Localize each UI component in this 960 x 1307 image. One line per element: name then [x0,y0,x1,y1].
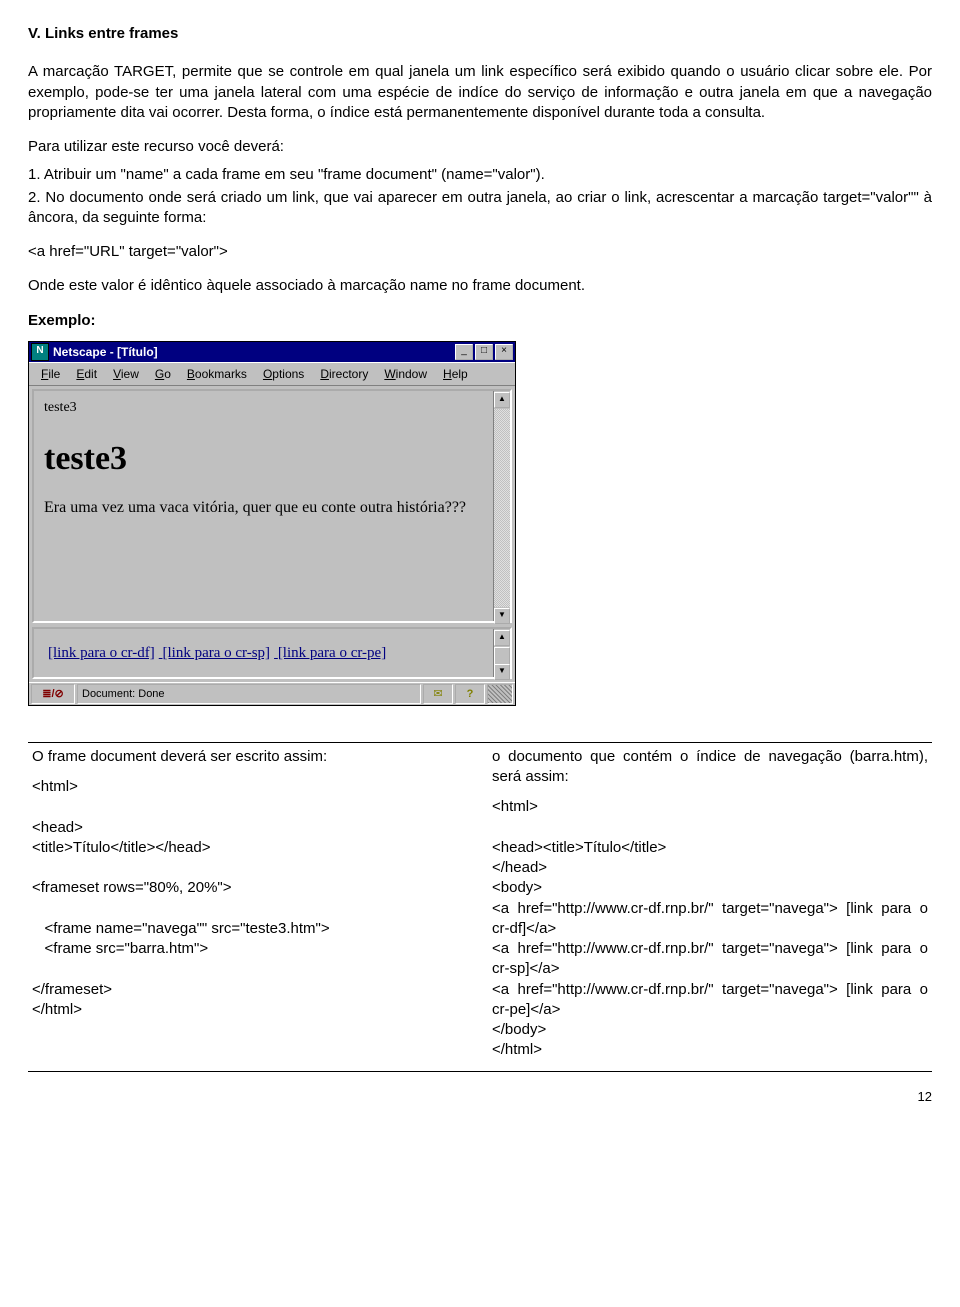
app-icon [31,343,49,361]
scroll-up-icon[interactable]: ▲ [494,630,510,646]
menu-directory-label: irectory [329,367,368,381]
scroll-down-icon[interactable]: ▼ [494,608,510,624]
status-icon: ≣/⊘ [31,684,75,704]
frameset-area: teste3 teste3 Era uma vez uma vaca vitór… [29,386,515,682]
frame-small-label: teste3 [44,399,482,418]
top-frame-scrollbar[interactable]: ▲ ▼ [493,391,510,621]
frame-body-text: Era uma vez uma vaca vitória, quer que e… [44,498,482,519]
resize-grip[interactable] [487,684,513,704]
status-text: Document: Done [77,684,421,704]
left-col-header: O frame document deverá ser escrito assi… [32,747,476,767]
left-code-block: <html> <head> <title>Título</title></hea… [32,777,476,1020]
onde-text: Onde este valor é idêntico àquele associ… [28,276,932,296]
scroll-up-icon[interactable]: ▲ [494,392,510,408]
statusbar: ≣/⊘ Document: Done ✉ ? [29,682,515,705]
menu-file[interactable]: File [33,365,68,383]
minimize-button[interactable]: _ [455,344,473,360]
menu-bookmarks[interactable]: Bookmarks [179,365,255,383]
window-title: Netscape - [Título] [53,344,158,360]
menu-go[interactable]: Go [147,365,179,383]
right-code-block: <html> <head><title>Título</title> </hea… [492,797,928,1060]
menu-window-label: indow [396,367,427,381]
menu-view-label: iew [121,367,139,381]
mail-icon[interactable]: ✉ [423,684,453,704]
menu-directory[interactable]: Directory [312,365,376,383]
example-label: Exemplo: [28,311,932,331]
menu-file-label: ile [48,367,60,381]
menu-options[interactable]: Options [255,365,312,383]
step-1: 1. Atribuir um "name" a cada frame em se… [28,165,932,185]
menu-window[interactable]: Window [376,365,435,383]
right-col-header: o documento que contém o índice de naveg… [492,747,928,788]
menu-go-label: o [164,367,171,381]
menu-help-label: elp [452,367,468,381]
help-icon[interactable]: ? [455,684,485,704]
close-button[interactable]: × [495,344,513,360]
menu-options-label: ptions [272,367,304,381]
menu-edit-label: dit [84,367,97,381]
section-heading: V. Links entre frames [28,24,932,44]
menu-view[interactable]: View [105,365,147,383]
bottom-frame: [link para o cr-df] [link para o cr-sp] … [32,627,512,679]
link-cr-df[interactable]: [link para o cr-df] [48,645,155,661]
scroll-down-icon[interactable]: ▼ [494,664,510,680]
menu-help[interactable]: Help [435,365,476,383]
titlebar: Netscape - [Título] _ □ × [29,342,515,362]
link-cr-pe[interactable]: [link para o cr-pe] [278,645,386,661]
paragraph-intro: A marcação TARGET, permite que se contro… [28,62,932,123]
step-2: 2. No documento onde será criado um link… [28,188,932,229]
netscape-window: Netscape - [Título] _ □ × File Edit View… [28,341,516,706]
anchor-syntax: <a href="URL" target="valor"> [28,242,932,262]
bottom-frame-scrollbar[interactable]: ▲ ▼ [493,629,510,677]
top-frame: teste3 teste3 Era uma vez uma vaca vitór… [32,389,512,623]
frame-heading: teste3 [44,436,482,482]
maximize-button[interactable]: □ [475,344,493,360]
steps-intro: Para utilizar este recurso você deverá: [28,137,932,157]
menubar: File Edit View Go Bookmarks Options Dire… [29,362,515,386]
page-number: 12 [28,1088,932,1106]
menu-bookmarks-label: ookmarks [195,367,247,381]
code-columns: O frame document deverá ser escrito assi… [28,742,932,1072]
menu-edit[interactable]: Edit [68,365,105,383]
link-cr-sp[interactable]: [link para o cr-sp] [162,645,270,661]
